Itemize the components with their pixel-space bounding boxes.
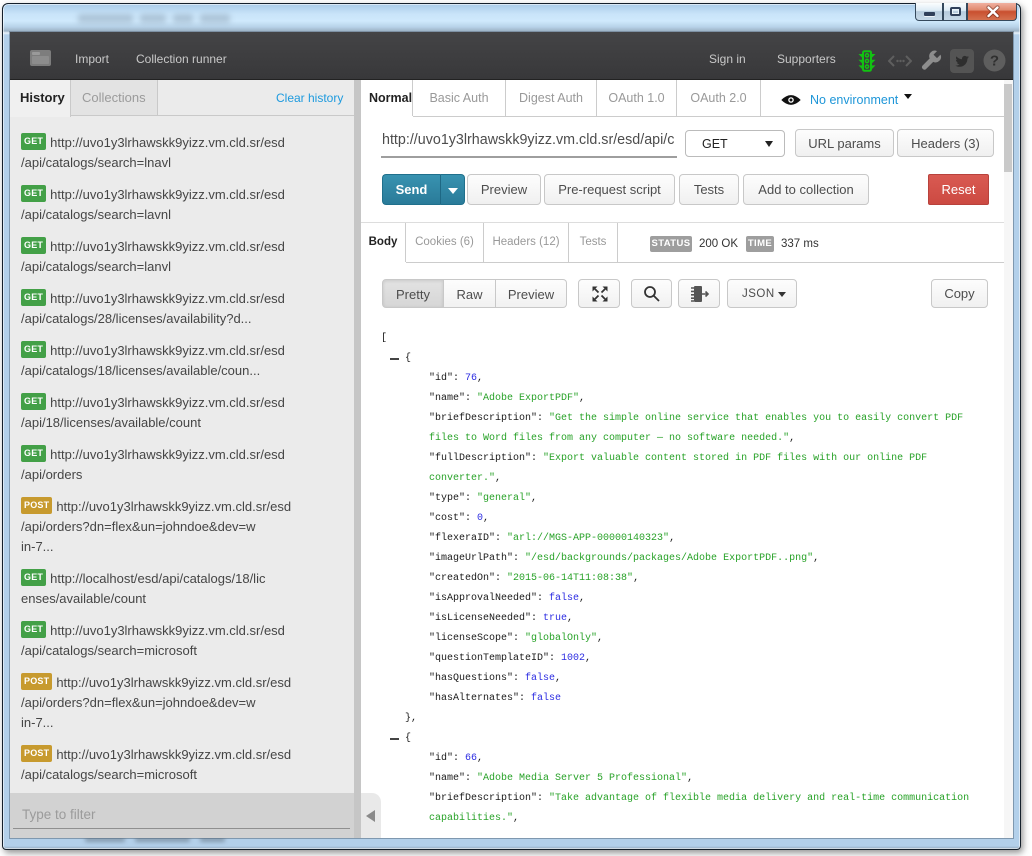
svg-text:?: ?: [990, 53, 999, 70]
